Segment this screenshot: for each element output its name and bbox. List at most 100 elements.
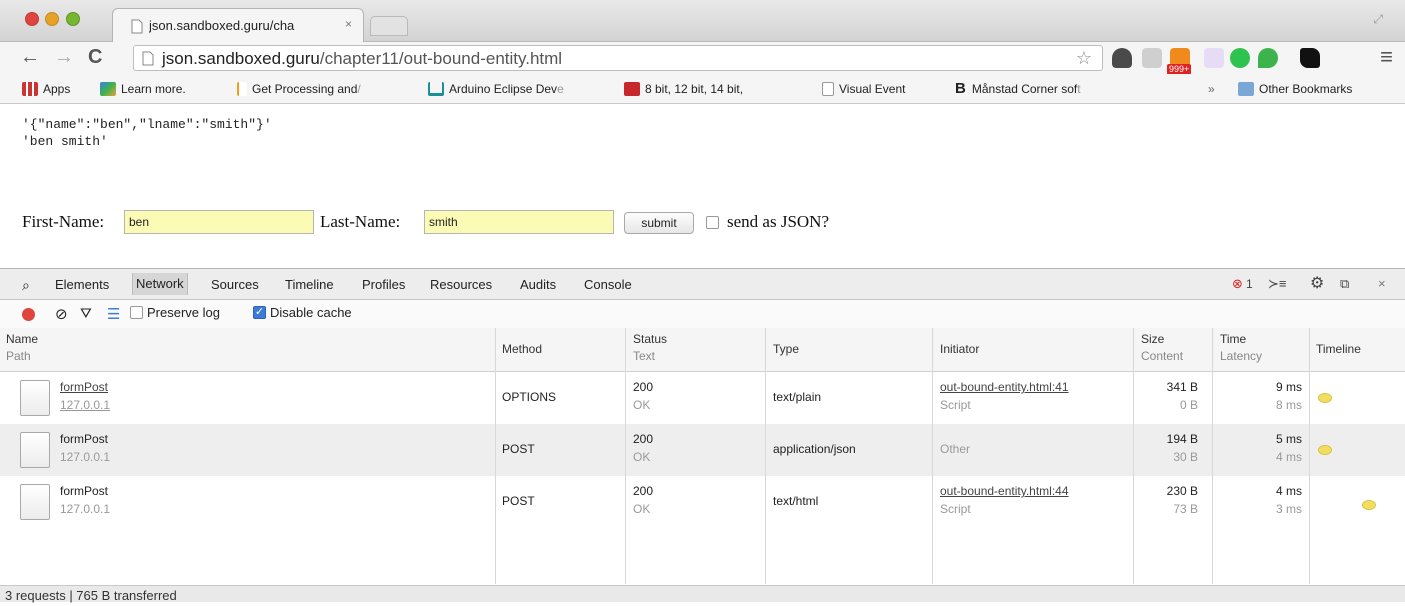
request-name[interactable]: formPost: [60, 378, 110, 396]
forward-icon[interactable]: →: [54, 46, 74, 68]
last-name-field[interactable]: smith: [424, 210, 614, 234]
list-view-icon[interactable]: ☰: [107, 305, 120, 323]
bookmark-item[interactable]: Get Processing and /: [237, 82, 361, 96]
tab-close-icon[interactable]: ×: [345, 17, 352, 31]
zoom-window-button[interactable]: [66, 12, 80, 26]
status-code: 200: [633, 484, 654, 498]
bookmark-label-fade: t: [1077, 82, 1081, 96]
error-count: 1: [1246, 277, 1253, 291]
preserve-log-checkbox[interactable]: [130, 306, 143, 319]
b-icon: B: [955, 80, 966, 97]
bookmark-apps[interactable]: Apps: [22, 82, 70, 96]
column-divider[interactable]: [1212, 328, 1213, 584]
column-timeline[interactable]: Timeline: [1316, 341, 1361, 358]
menu-icon[interactable]: ≡: [1380, 44, 1393, 70]
send-json-checkbox[interactable]: [706, 216, 719, 229]
star-icon[interactable]: ☆: [1076, 48, 1092, 69]
column-size[interactable]: Size Content: [1141, 331, 1183, 365]
reload-icon[interactable]: C: [88, 46, 102, 68]
column-divider[interactable]: [1309, 328, 1310, 584]
column-type[interactable]: Type: [773, 341, 799, 358]
column-initiator[interactable]: Initiator: [940, 341, 979, 358]
tab-timeline[interactable]: Timeline: [285, 277, 334, 292]
initiator-sub: Script: [940, 502, 971, 516]
bookmark-item[interactable]: Arduino Eclipse Dev e: [428, 82, 564, 96]
clear-icon[interactable]: ⊘: [55, 305, 68, 323]
address-bar[interactable]: json.sandboxed.guru/chapter11/out-bound-…: [133, 45, 1103, 71]
table-row[interactable]: formPost 127.0.0.1 POST 200 OK text/html o…: [0, 476, 1405, 528]
browser-tab[interactable]: json.sandboxed.guru/cha ×: [112, 8, 364, 42]
tab-network[interactable]: Network: [132, 273, 188, 295]
column-method[interactable]: Method: [502, 341, 542, 358]
content-value: 30 B: [1173, 450, 1198, 464]
dock-icon[interactable]: ⧉: [1340, 276, 1349, 292]
table-row[interactable]: formPost 127.0.0.1 POST 200 OK application…: [0, 424, 1405, 476]
column-divider[interactable]: [1133, 328, 1134, 584]
tab-audits[interactable]: Audits: [520, 277, 556, 292]
initiator-link[interactable]: out-bound-entity.html:44: [940, 482, 1069, 500]
column-divider[interactable]: [765, 328, 766, 584]
linkedin-icon[interactable]: [1142, 48, 1162, 68]
search-icon[interactable]: ⌕: [22, 277, 30, 294]
tab-resources[interactable]: Resources: [430, 277, 492, 292]
request-path: 127.0.0.1: [60, 398, 111, 412]
request-name[interactable]: formPost: [60, 430, 110, 448]
size-value: 230 B: [1166, 484, 1198, 498]
bookmark-item[interactable]: Learn more.: [100, 82, 186, 96]
window-titlebar: json.sandboxed.guru/cha × ⤢: [0, 0, 1405, 42]
close-window-button[interactable]: [25, 12, 39, 26]
preserve-log-label: Preserve log: [147, 305, 220, 320]
bookmarks-overflow[interactable]: »: [1208, 82, 1215, 96]
size-value: 341 B: [1166, 380, 1198, 394]
back-icon[interactable]: ←: [20, 46, 40, 68]
bookmark-item[interactable]: Visual Event: [822, 82, 906, 96]
gear-icon[interactable]: ⚙: [1310, 273, 1324, 293]
minimize-window-button[interactable]: [45, 12, 59, 26]
output-text: '{"name":"ben","lname":"smith"}' 'ben sm…: [22, 116, 272, 150]
ls-icon: [624, 82, 640, 96]
bookmark-other[interactable]: Other Bookmarks: [1238, 82, 1352, 96]
tab-console[interactable]: Console: [584, 277, 632, 292]
opera-icon[interactable]: [1230, 48, 1250, 68]
column-divider[interactable]: [495, 328, 496, 584]
new-tab-button[interactable]: [370, 16, 408, 36]
close-devtools-icon[interactable]: ×: [1378, 276, 1386, 291]
folder-icon: [1238, 82, 1254, 96]
table-row[interactable]: formPost 127.0.0.1 OPTIONS 200 OK text/pla…: [0, 372, 1405, 424]
status-text: OK: [633, 502, 651, 516]
column-status[interactable]: Status Text: [633, 331, 667, 365]
initiator-link[interactable]: out-bound-entity.html:41: [940, 378, 1069, 396]
apps-icon: [22, 82, 38, 96]
tab-profiles[interactable]: Profiles: [362, 277, 405, 292]
request-name[interactable]: formPost: [60, 482, 110, 500]
grid-header: Name Path Method Status Text Type Initiato…: [0, 328, 1405, 372]
first-name-field[interactable]: ben: [124, 210, 314, 234]
disable-cache-option[interactable]: ✓ Disable cache: [253, 305, 352, 320]
bookmark-item[interactable]: 8 bit, 12 bit, 14 bit,: [624, 82, 743, 96]
pocket-icon[interactable]: [1112, 48, 1132, 68]
filter-icon[interactable]: ⛛: [80, 305, 92, 322]
tab-elements[interactable]: Elements: [55, 277, 109, 292]
fullscreen-icon[interactable]: ⤢: [1373, 12, 1383, 27]
pirate-icon[interactable]: [1300, 48, 1320, 68]
bookmark-label: 8 bit, 12 bit, 14 bit,: [645, 82, 744, 96]
preserve-log-option[interactable]: Preserve log: [130, 305, 220, 320]
column-sublabel: Content: [1141, 349, 1184, 363]
status-cell: 200 OK: [633, 378, 653, 414]
leaf-icon[interactable]: [1258, 48, 1278, 68]
disable-cache-checkbox[interactable]: ✓: [253, 306, 266, 319]
bookmark-item[interactable]: B Månstad Corner sof t: [955, 80, 1081, 97]
jetbrains-icon[interactable]: [1204, 48, 1224, 68]
column-divider[interactable]: [932, 328, 933, 584]
time-value: 9 ms: [1275, 380, 1302, 394]
column-divider[interactable]: [625, 328, 626, 584]
submit-button[interactable]: submit: [624, 212, 694, 234]
error-icon[interactable]: ⊗: [1232, 276, 1243, 292]
column-name[interactable]: Name Path: [6, 331, 38, 365]
size-cell: 341 B 0 B: [1136, 378, 1198, 414]
timeline-bar: [1318, 393, 1332, 403]
record-icon[interactable]: [22, 308, 35, 321]
console-drawer-icon[interactable]: ≻≡: [1268, 276, 1286, 292]
column-time[interactable]: Time Latency: [1220, 331, 1262, 365]
tab-sources[interactable]: Sources: [211, 277, 259, 292]
